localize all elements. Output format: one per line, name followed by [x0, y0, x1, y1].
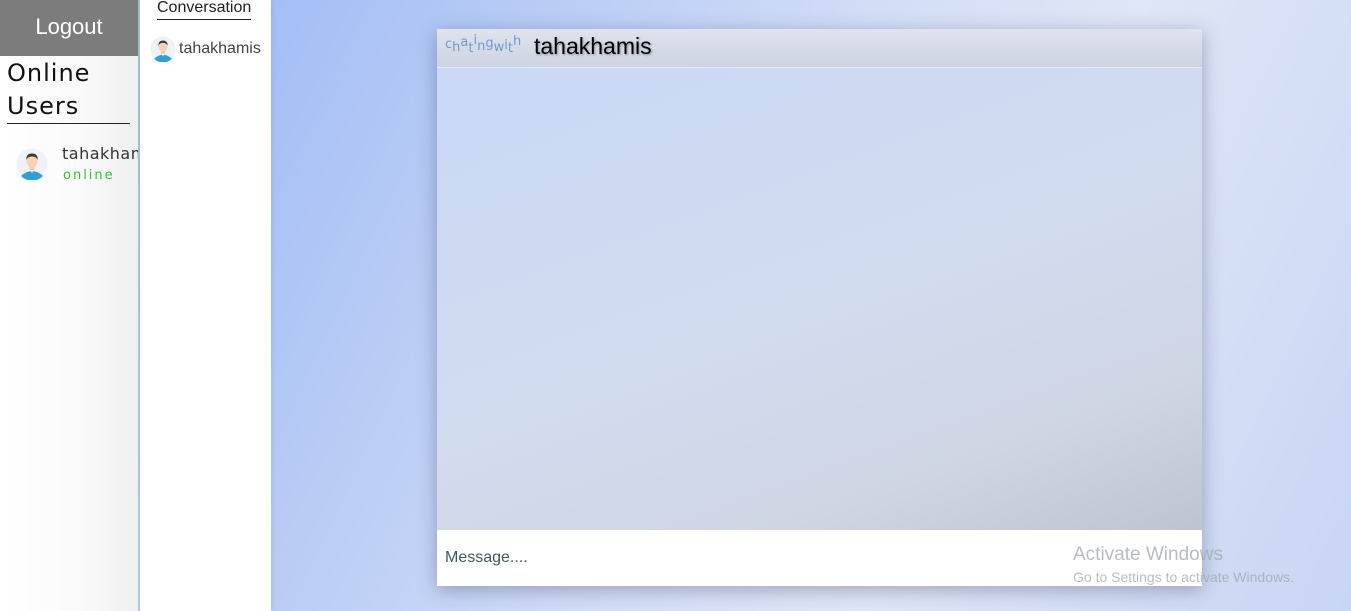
online-users-panel: Logout Online Users tahakhamis online	[0, 0, 138, 611]
online-user-name: tahakhamis	[62, 144, 138, 163]
chat-prefix-label: chatingwith	[445, 33, 522, 56]
chat-messages-area[interactable]	[437, 68, 1202, 530]
activate-windows-watermark: Activate Windows Go to Settings to activ…	[1073, 543, 1294, 587]
online-users-title: Online Users	[7, 57, 130, 124]
message-input[interactable]	[437, 530, 1037, 586]
user-avatar-icon	[16, 148, 48, 180]
logout-button[interactable]: Logout	[0, 0, 138, 56]
online-user-item[interactable]: tahakhamis online	[16, 144, 138, 188]
user-avatar-icon	[150, 36, 176, 62]
conversation-item-name: tahakhamis	[179, 40, 261, 57]
conversation-panel: Conversation tahakhamis	[140, 0, 271, 611]
chat-header: chatingwith tahakhamis	[437, 29, 1202, 68]
watermark-title: Activate Windows	[1073, 544, 1223, 565]
chat-partner-name: tahakhamis	[534, 33, 652, 59]
watermark-subtitle: Go to Settings to activate Windows.	[1073, 569, 1294, 585]
online-status-label: online	[63, 168, 115, 183]
chat-window: chatingwith tahakhamis	[437, 29, 1202, 586]
conversation-title: Conversation	[157, 0, 252, 20]
conversation-item[interactable]: tahakhamis	[150, 36, 268, 64]
